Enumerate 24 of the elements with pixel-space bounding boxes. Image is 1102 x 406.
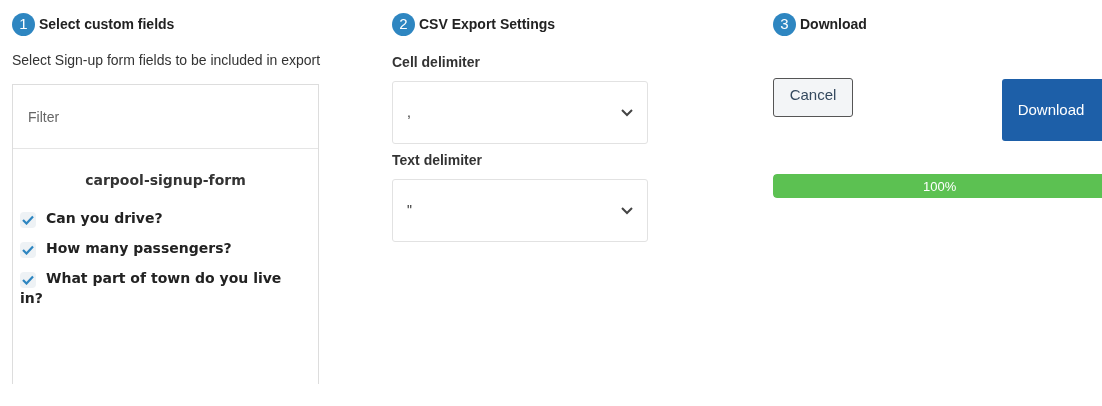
description-text: Select Sign-up form fields to be included in export: [12, 51, 322, 70]
delimiter-select[interactable]: ,: [392, 81, 648, 144]
step-title: Download: [800, 14, 867, 34]
step-number-badge: 1: [12, 12, 35, 36]
step-number-badge: 2: [392, 12, 415, 36]
field-option[interactable]: What part of town do you live in?: [13, 263, 318, 313]
checkbox[interactable]: [20, 242, 36, 258]
chevron-down-icon: [621, 108, 633, 117]
field-option[interactable]: Can you drive?: [13, 203, 318, 233]
progress-reading: 100%: [923, 178, 957, 196]
field-option[interactable]: How many passengers?: [13, 233, 318, 263]
checkbox[interactable]: [20, 212, 36, 228]
checkbox[interactable]: [20, 272, 36, 288]
step-title: CSV Export Settings: [419, 14, 556, 34]
delimiter-select[interactable]: ": [392, 179, 648, 242]
step-number-badge: 3: [773, 12, 796, 36]
step-title: Select custom fields: [39, 14, 175, 34]
filter-field[interactable]: Filter: [13, 85, 318, 149]
select-label: Cell delimiter: [392, 53, 481, 72]
form-name: carpool-signup-form: [84, 171, 247, 190]
cancel-button[interactable]: Cancel: [773, 78, 853, 117]
download-button[interactable]: Download: [1002, 79, 1102, 141]
select-label: Text delimiter: [392, 151, 483, 170]
chevron-down-icon: [621, 206, 633, 215]
